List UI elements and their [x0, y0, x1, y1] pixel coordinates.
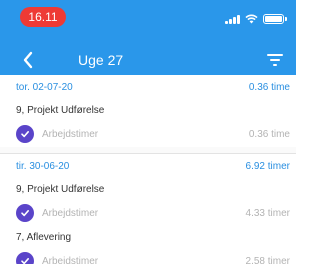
screen: 16.11 Uge 27 tor. 02-07-20 0.36 time 9, …: [0, 0, 296, 264]
project-row: 7, Aflevering: [0, 226, 296, 248]
filter-button[interactable]: [266, 52, 284, 68]
back-button[interactable]: [20, 50, 38, 70]
entry-row[interactable]: Arbejdstimer 4.33 timer: [0, 200, 296, 226]
entry-label: Arbejdstimer: [42, 128, 99, 140]
battery-icon: [263, 14, 287, 24]
time-entry-list: tor. 02-07-20 0.36 time 9, Projekt Udfør…: [0, 75, 296, 264]
project-row: 9, Projekt Udførelse: [0, 178, 296, 200]
day-date: tir. 30-06-20: [16, 160, 70, 172]
page-title: Uge 27: [78, 52, 124, 68]
check-circle-icon[interactable]: [16, 252, 34, 264]
entry-hours: 2.58 timer: [245, 255, 290, 264]
project-name: 7, Aflevering: [16, 231, 72, 243]
day-total: 0.36 time: [248, 81, 290, 93]
check-circle-icon[interactable]: [16, 204, 34, 222]
entry-row[interactable]: Arbejdstimer 2.58 timer: [0, 248, 296, 264]
section-divider: [0, 147, 296, 154]
entry-label: Arbejdstimer: [42, 255, 99, 264]
entry-hours: 4.33 timer: [245, 207, 290, 219]
day-total: 6.92 timer: [245, 160, 290, 172]
signal-icon: [225, 14, 240, 24]
project-name: 9, Projekt Udførelse: [16, 183, 105, 195]
wifi-icon: [245, 14, 258, 24]
day-date: tor. 02-07-20: [16, 81, 73, 93]
entry-label: Arbejdstimer: [42, 207, 99, 219]
entry-hours: 0.36 time: [248, 128, 290, 140]
check-circle-icon[interactable]: [16, 125, 34, 143]
day-header[interactable]: tor. 02-07-20 0.36 time: [0, 75, 296, 99]
app-bar: 16.11 Uge 27: [0, 0, 296, 75]
chevron-left-icon: [23, 51, 33, 69]
project-name: 9, Projekt Udførelse: [16, 104, 105, 116]
status-icons: [225, 12, 287, 24]
status-time: 16.11: [20, 7, 66, 27]
project-row: 9, Projekt Udførelse: [0, 99, 296, 121]
entry-row[interactable]: Arbejdstimer 0.36 time: [0, 121, 296, 147]
day-header[interactable]: tir. 30-06-20 6.92 timer: [0, 154, 296, 178]
filter-icon: [267, 54, 283, 66]
